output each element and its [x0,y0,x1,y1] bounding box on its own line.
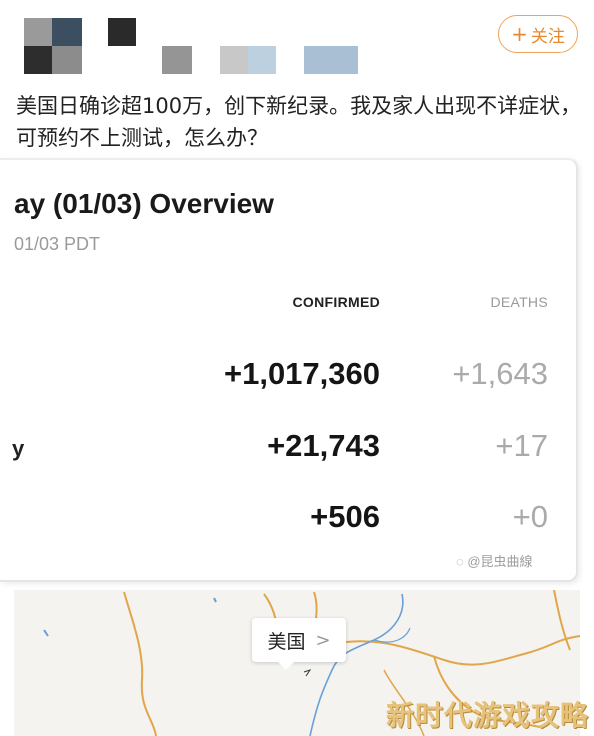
site-watermark: 新时代游戏攻略 [386,699,590,732]
column-header-deaths: DEATHS [490,294,548,310]
card-subtitle: 01/03 PDT [14,234,101,254]
row-1-confirmed: +1,017,360 [223,356,380,391]
row-3-deaths: +0 [512,499,548,534]
post-text: 美国日确诊超100万，创下新纪录。我及家人出现不详症状，可预约不上测试，怎么办？ [16,94,582,150]
plus-icon: + [511,22,528,46]
username-blur[interactable] [108,18,136,46]
location-label: 美国 [267,630,306,653]
weibo-watermark: ◌ @昆虫曲線 [456,554,533,569]
overview-card: ay (01/03) Overview 01/03 PDT CONFIRMED … [0,158,578,582]
pill-pointer [278,662,294,670]
row-3-confirmed: +506 [310,499,380,534]
card-title: ay (01/03) Overview [14,188,274,219]
chevron-right-icon: > [315,629,331,651]
row-1-deaths: +1,643 [452,356,548,391]
column-header-confirmed: CONFIRMED [292,294,380,310]
follow-label: 关注 [530,26,565,47]
row-2-confirmed: +21,743 [267,428,380,463]
meta-blur [162,46,192,74]
location-pill[interactable]: 美国 > [252,618,346,662]
meta-blur [248,46,276,74]
meta-blur [304,46,358,74]
meta-blur [220,46,248,74]
avatar[interactable] [24,18,82,74]
follow-button[interactable]: + 关注 [498,15,578,53]
row-2-deaths: +17 [495,428,548,463]
weibo-logo-icon: ◌ [456,554,464,569]
row-2-label: y [12,436,25,461]
